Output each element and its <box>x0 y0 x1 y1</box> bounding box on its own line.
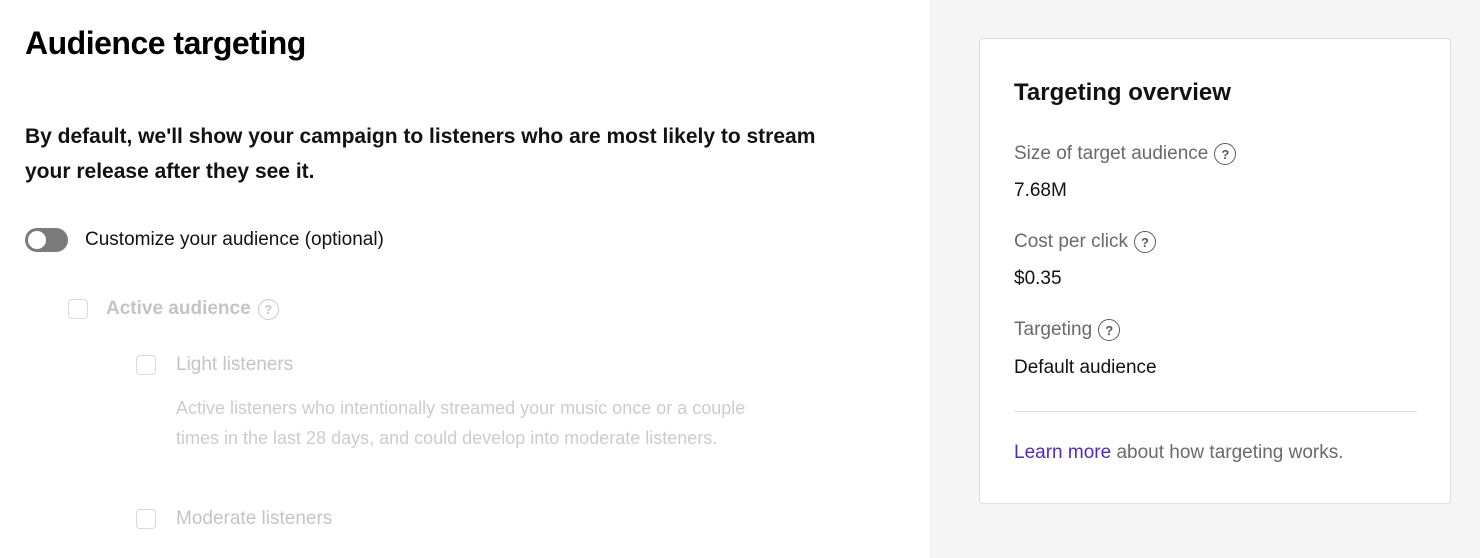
targeting-label-text: Targeting <box>1014 319 1093 340</box>
moderate-listeners-checkbox[interactable] <box>136 509 156 529</box>
overview-divider <box>1014 411 1417 412</box>
active-audience-help-icon[interactable]: ? <box>257 298 279 320</box>
targeting-form: Audience targeting By default, we'll sho… <box>0 0 930 558</box>
active-audience-checkbox[interactable] <box>68 299 88 319</box>
moderate-listeners-option: Moderate listeners <box>136 508 332 530</box>
targeting-overview-card: Targeting overview Size of target audien… <box>979 38 1451 504</box>
cost-per-click-value: $0.35 <box>1014 268 1062 289</box>
intro-text: By default, we'll show your campaign to … <box>25 125 816 183</box>
light-listeners-option: Light listeners <box>136 354 293 376</box>
overview-title: Targeting overview <box>1014 79 1231 106</box>
learn-more-link[interactable]: Learn more <box>1014 442 1111 463</box>
audience-size-label: Size of target audience ? <box>1014 143 1237 165</box>
audience-size-label-text: Size of target audience <box>1014 143 1209 164</box>
moderate-listeners-label: Moderate listeners <box>176 508 333 529</box>
cost-per-click-label: Cost per click ? <box>1014 231 1157 253</box>
light-listeners-label: Light listeners <box>176 354 294 375</box>
learn-more-rest: about how targeting works. <box>1111 442 1344 463</box>
light-listeners-checkbox[interactable] <box>136 355 156 375</box>
light-listeners-description: Active listeners who intentionally strea… <box>176 398 746 448</box>
targeting-label: Targeting ? <box>1014 319 1121 341</box>
audience-size-value: 7.68M <box>1014 180 1067 201</box>
audience-size-help-icon[interactable]: ? <box>1214 143 1237 165</box>
targeting-help-icon[interactable]: ? <box>1098 319 1121 341</box>
active-audience-option: Active audience ? <box>68 298 279 320</box>
cost-per-click-label-text: Cost per click <box>1014 231 1129 252</box>
cost-per-click-help-icon[interactable]: ? <box>1134 231 1157 253</box>
customize-audience-toggle[interactable] <box>25 228 68 252</box>
customize-audience-label: Customize your audience (optional) <box>85 229 384 250</box>
customize-audience-row: Customize your audience (optional) <box>25 228 384 252</box>
page-title: Audience targeting <box>25 25 306 61</box>
active-audience-label: Active audience <box>106 298 251 319</box>
learn-more-text: Learn more about how targeting works. <box>1014 442 1344 464</box>
toggle-knob <box>28 231 46 249</box>
targeting-value: Default audience <box>1014 357 1157 378</box>
